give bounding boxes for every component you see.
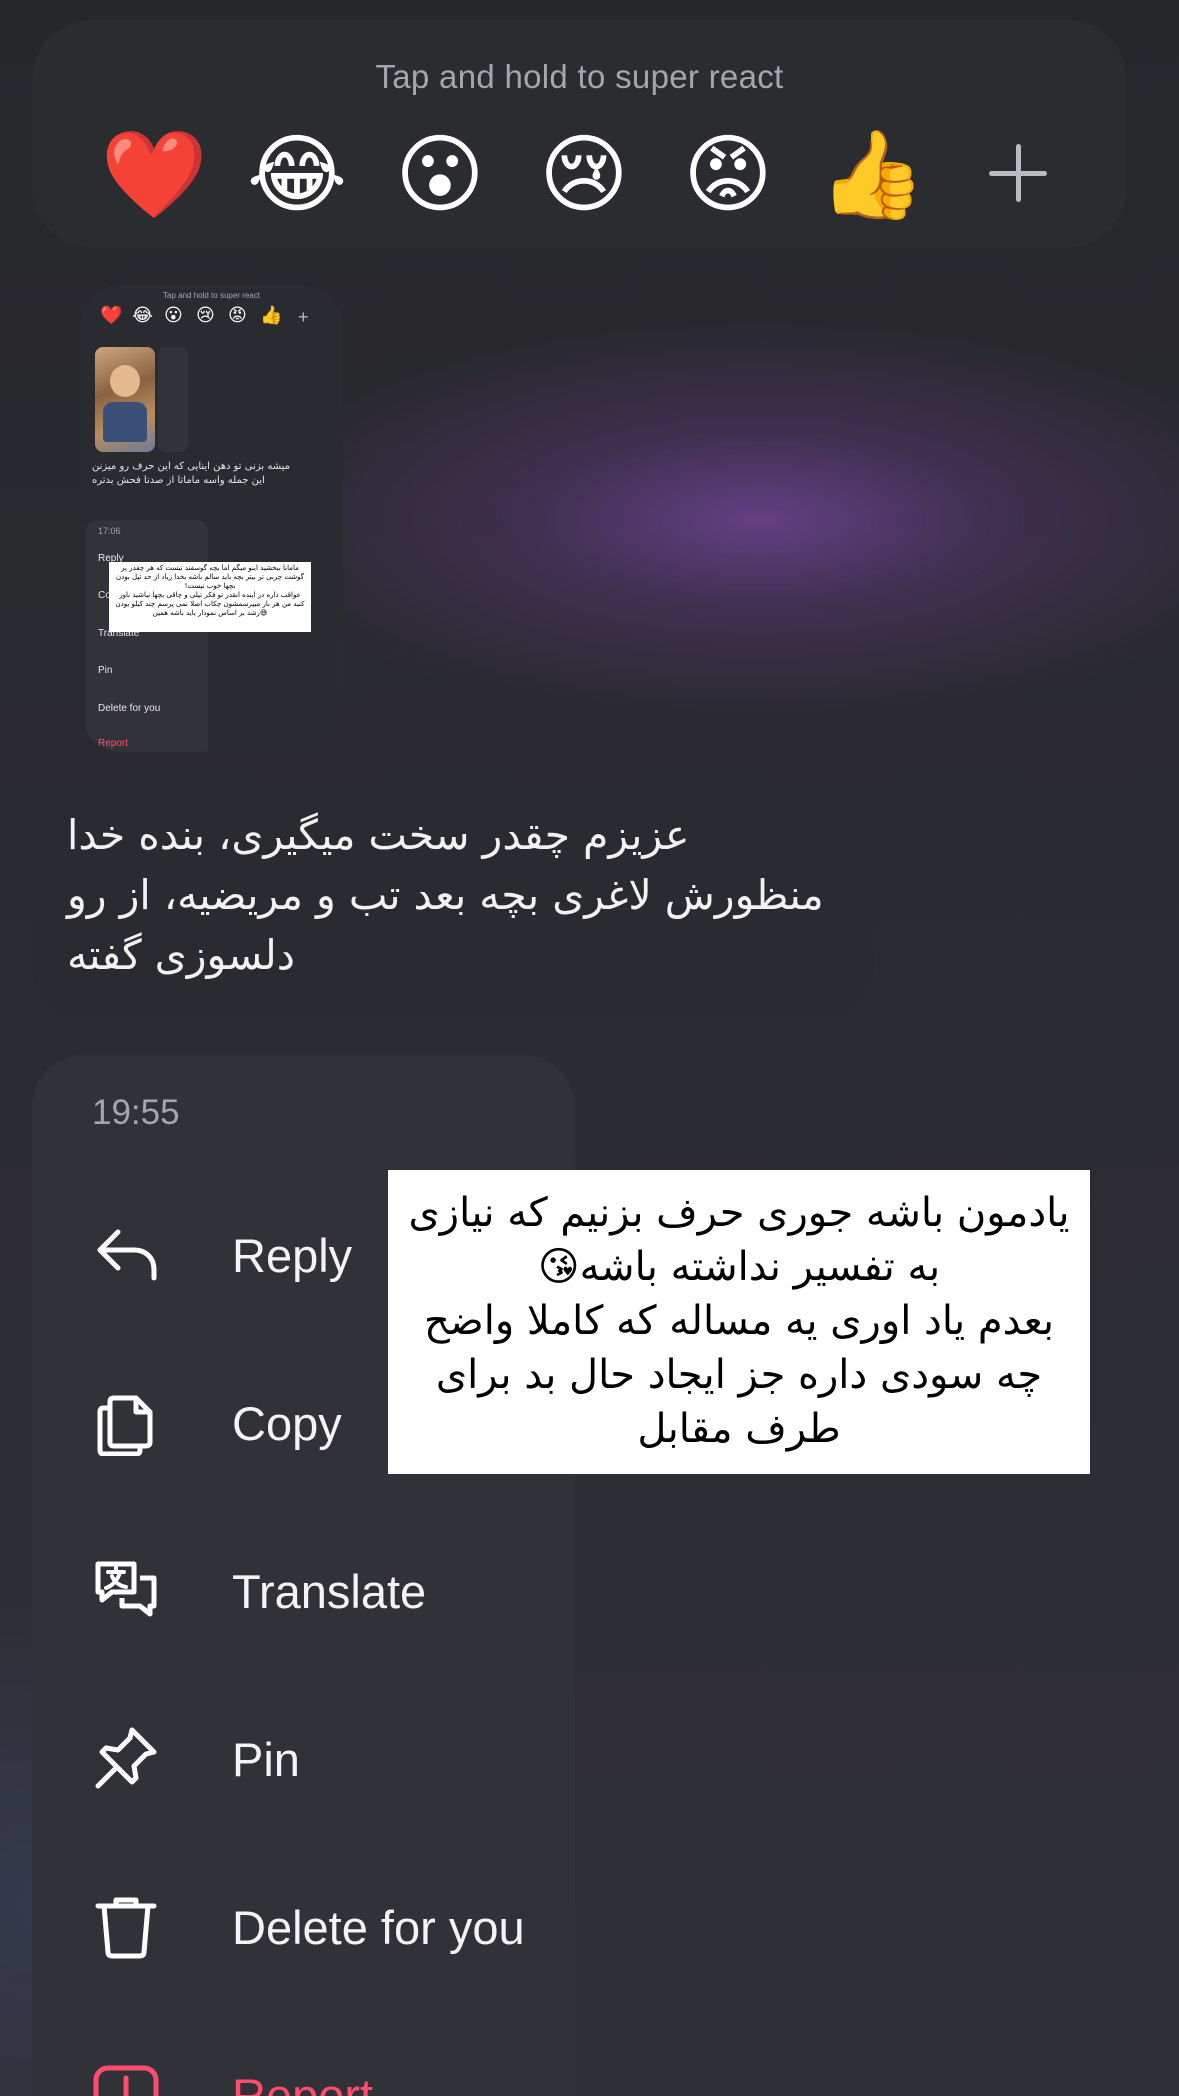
message-text: عزیزم چقدر سخت میگیری، بنده خدا منظورش ل… (67, 811, 824, 979)
text-sticker: یادمون باشه جوری حرف بزنیم که نیازی به ت… (388, 1170, 1090, 1474)
thumbnail-blur (158, 347, 188, 452)
surprised-reaction[interactable]: 😮 (385, 120, 495, 230)
reply-icon (97, 1229, 157, 1281)
angry-reaction[interactable]: 😡 (673, 120, 783, 230)
message-time: 19:55 (92, 1093, 180, 1132)
pin-menu-item[interactable]: Pin (92, 1702, 562, 1812)
thumbnail-reaction-hint: Tap and hold to super react (163, 291, 260, 300)
trash-icon (95, 1897, 157, 1959)
translate-label: Translate (232, 1565, 427, 1618)
sticker-text: یادمون باشه جوری حرف بزنیم که نیازی به ت… (408, 1190, 1070, 1452)
thumbnail-message-text: میشه بزنی تو دهن اینایی که این حرف رو می… (92, 461, 291, 486)
emoji-row: ❤️ 😂 😮 😢 😡 👍 (32, 120, 1127, 230)
thumbnail-sticker: مامانا ببخشید اینو میگم اما بچه گوسفند ن… (109, 562, 311, 632)
thumbnail-photo (95, 347, 155, 452)
delete-label: Delete for you (232, 1901, 525, 1954)
crying-reaction[interactable]: 😢 (529, 120, 639, 230)
thumbnail-crying: 😢 (196, 305, 215, 326)
screenshot-thumbnail[interactable]: Tap and hold to super react ❤️ 😂 😮 😢 😡 👍… (80, 285, 343, 752)
copy-label: Copy (232, 1397, 342, 1450)
pin-icon (95, 1727, 157, 1789)
pin-label: Pin (232, 1733, 300, 1786)
thumbs-up-reaction[interactable]: 👍 (817, 120, 927, 230)
reaction-bar: Tap and hold to super react ❤️ 😂 😮 😢 😡 👍 (32, 20, 1127, 248)
thumbnail-report: Report (98, 738, 129, 749)
thumbnail-pin: Pin (98, 665, 113, 676)
delete-menu-item[interactable]: Delete for you (92, 1870, 562, 1980)
report-label: Report (232, 2069, 374, 2096)
thumbnail-menu: 17:06 Reply Copy Translate Pin Delete fo… (86, 520, 208, 752)
report-icon (93, 2065, 159, 2096)
reply-label: Reply (232, 1229, 353, 1282)
laughing-reaction[interactable]: 😂 (242, 120, 352, 230)
heart-reaction[interactable]: ❤️ (99, 120, 209, 230)
thumbnail-delete: Delete for you (98, 703, 161, 714)
reaction-hint: Tap and hold to super react (375, 58, 784, 95)
thumbnail-time: 17:06 (98, 526, 121, 536)
thumbnail-angry: 😡 (228, 305, 247, 326)
copy-icon (97, 1395, 153, 1456)
thumbnail-surprised: 😮 (164, 305, 183, 326)
thumbnail-laughing: 😂 (132, 305, 154, 326)
translate-menu-item[interactable]: Translate (92, 1534, 562, 1644)
report-menu-item[interactable]: Report (92, 2038, 562, 2096)
thumbnail-heart: ❤️ (100, 305, 123, 326)
thumbnail-thumbs-up: 👍 (260, 305, 283, 326)
thumbnail-plus-icon: + (298, 307, 309, 327)
message-bubble[interactable]: عزیزم چقدر سخت میگیری، بنده خدا منظورش ل… (32, 775, 874, 1015)
translate-icon (95, 1561, 157, 1617)
plus-icon[interactable] (983, 138, 1053, 208)
